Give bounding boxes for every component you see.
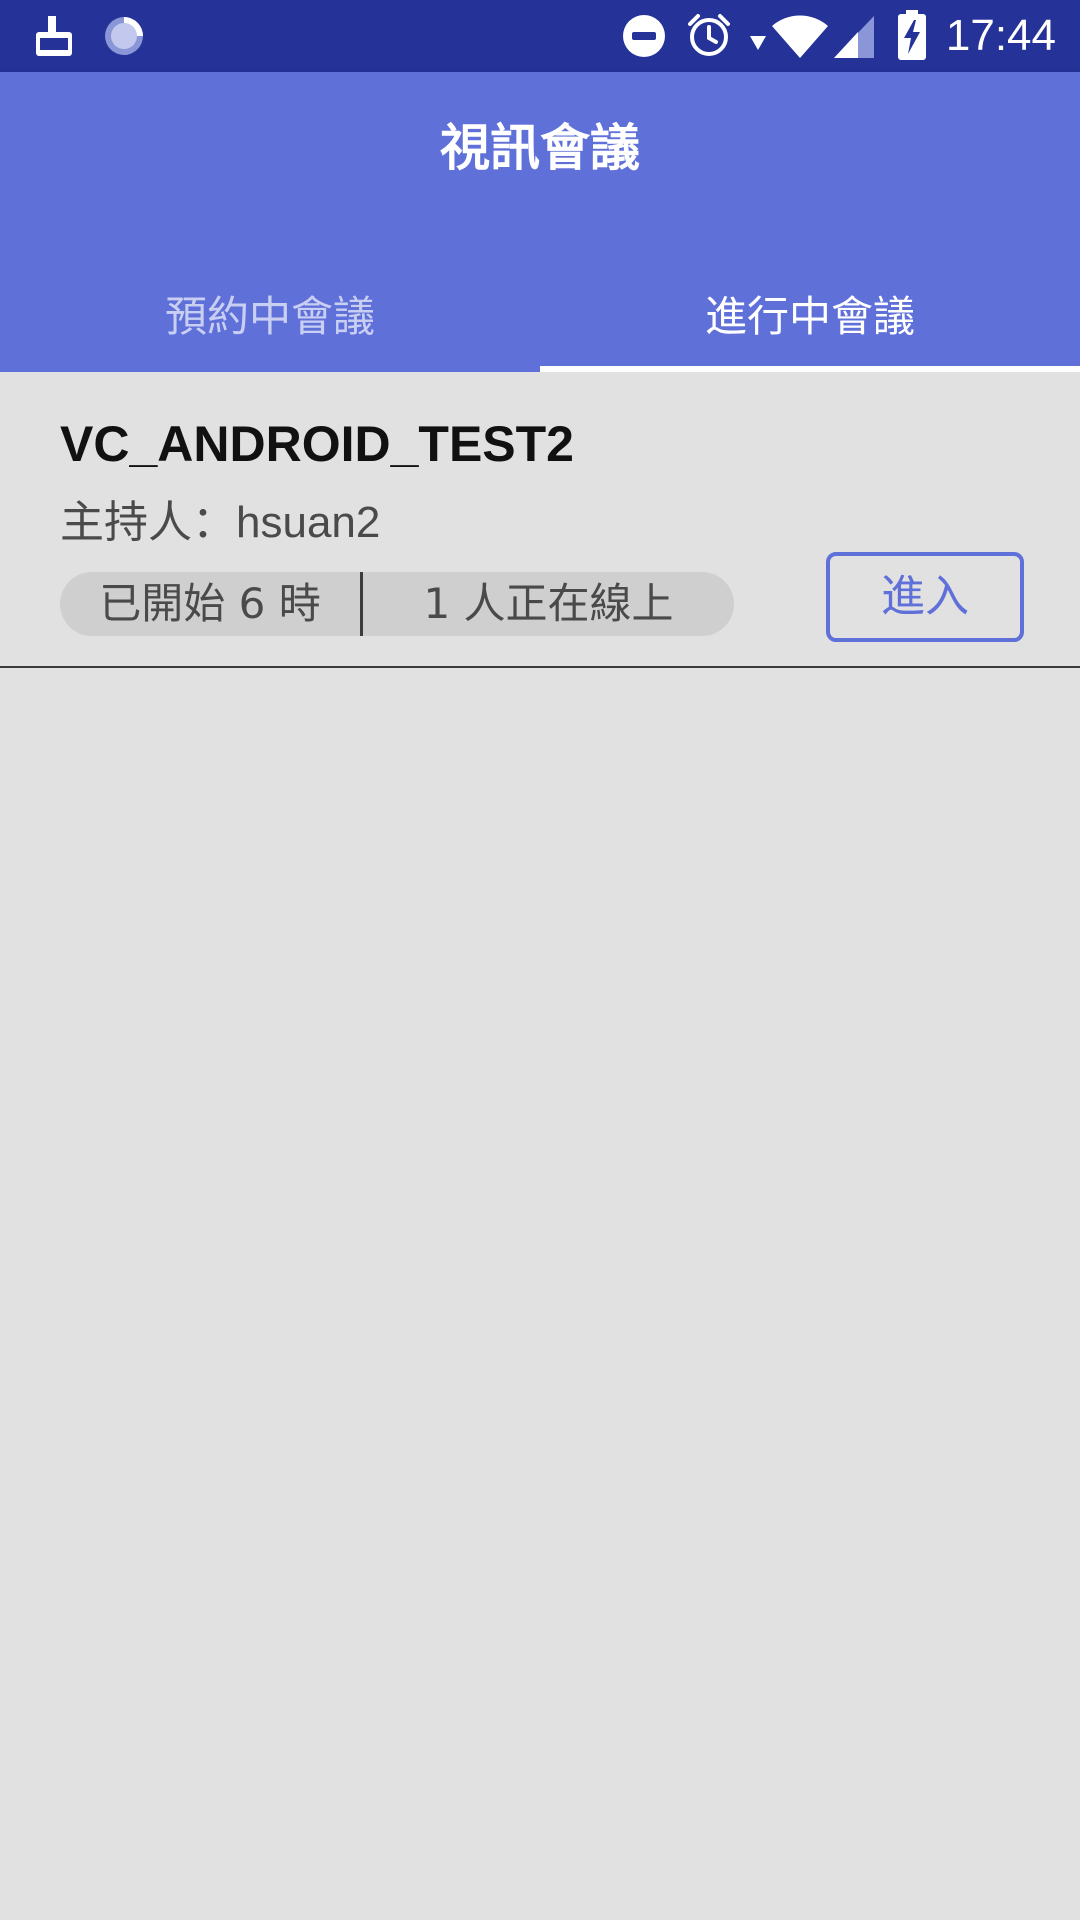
host-name: hsuan2 bbox=[236, 498, 381, 547]
tab-ongoing-meetings[interactable]: 進行中會議 bbox=[540, 262, 1080, 372]
host-label: 主持人： bbox=[60, 497, 236, 548]
app-bar: 視訊會議 預約中會議 進行中會議 bbox=[0, 72, 1080, 372]
battery-charging-icon bbox=[898, 10, 926, 60]
meeting-name: VC_ANDROID_TEST2 bbox=[60, 416, 574, 472]
loading-spinner-icon bbox=[105, 17, 143, 55]
page-title: 視訊會議 bbox=[440, 119, 640, 177]
meeting-duration: 已開始 6 時 bbox=[99, 579, 321, 628]
online-count: 1 人正在線上 bbox=[423, 579, 674, 628]
meeting-status-badge: 已開始 6 時 1 人正在線上 bbox=[60, 572, 734, 636]
clean-app-icon bbox=[36, 16, 72, 56]
enter-meeting-button[interactable]: 進入 bbox=[826, 552, 1024, 642]
data-arrow-icon bbox=[750, 36, 766, 50]
do-not-disturb-icon bbox=[623, 15, 665, 57]
tab-bar: 預約中會議 進行中會議 bbox=[0, 262, 1080, 372]
tab-scheduled-meetings[interactable]: 預約中會議 bbox=[0, 262, 540, 372]
meeting-list-item[interactable]: VC_ANDROID_TEST2 主持人： hsuan2 已開始 6 時 1 人… bbox=[0, 372, 1080, 668]
signal-icon bbox=[834, 16, 874, 58]
meeting-host: 主持人： hsuan2 bbox=[60, 496, 380, 550]
status-time: 17:44 bbox=[945, 11, 1056, 60]
wifi-icon bbox=[772, 15, 828, 58]
alarm-icon bbox=[688, 14, 730, 56]
status-bar: 17:44 bbox=[0, 0, 1080, 72]
